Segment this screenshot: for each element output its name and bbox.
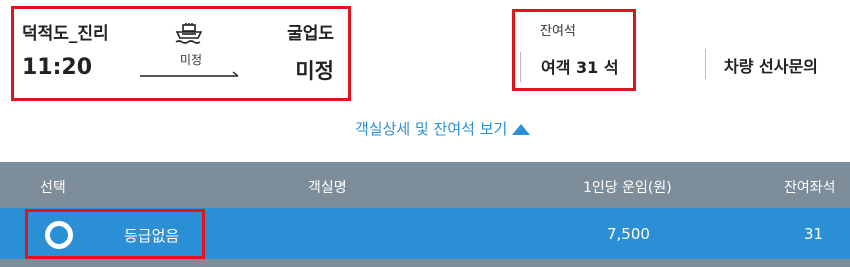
table-footer-strip bbox=[0, 259, 850, 267]
triangle-up-icon bbox=[512, 123, 531, 135]
duration: 미정 bbox=[180, 53, 203, 67]
column-header-fare: 1인당 운임(원) bbox=[583, 180, 672, 196]
remaining-seats-title: 잔여석 bbox=[540, 24, 576, 39]
remaining-seats-box: 잔여석 여객 31 석 bbox=[512, 9, 636, 91]
ship-icon bbox=[175, 23, 203, 44]
room-select-radio[interactable] bbox=[45, 221, 73, 249]
room-detail-toggle-label: 객실상세 및 잔여석 보기 bbox=[355, 120, 508, 138]
table-header: 선택 객실명 1인당 운임(원) 잔여좌석 bbox=[0, 162, 850, 208]
room-select-box[interactable]: 등급없음 bbox=[25, 209, 205, 259]
room-detail-toggle[interactable]: 객실상세 및 잔여석 보기 bbox=[355, 118, 531, 139]
departure-time: 11:20 bbox=[22, 55, 93, 80]
arrival-time: 미정 bbox=[295, 59, 334, 83]
divider bbox=[705, 49, 706, 79]
room-grade: 등급없음 bbox=[124, 227, 180, 245]
arrival-port: 굴업도 bbox=[287, 24, 334, 44]
column-header-select: 선택 bbox=[40, 180, 66, 196]
divider bbox=[520, 52, 521, 82]
room-remaining-seats: 31 bbox=[804, 225, 824, 243]
passenger-seat-count: 여객 31 석 bbox=[541, 58, 619, 77]
route-summary: 덕적도_진리 11:20 미정 굴업도 미정 bbox=[11, 6, 351, 101]
column-header-remaining: 잔여좌석 bbox=[784, 180, 836, 196]
departure-port: 덕적도_진리 bbox=[22, 24, 109, 44]
arrow-icon bbox=[140, 71, 239, 77]
column-header-room: 객실명 bbox=[308, 180, 347, 196]
room-fare: 7,500 bbox=[607, 225, 650, 243]
vehicle-inquiry-button[interactable]: 차량 선사문의 bbox=[724, 53, 818, 77]
